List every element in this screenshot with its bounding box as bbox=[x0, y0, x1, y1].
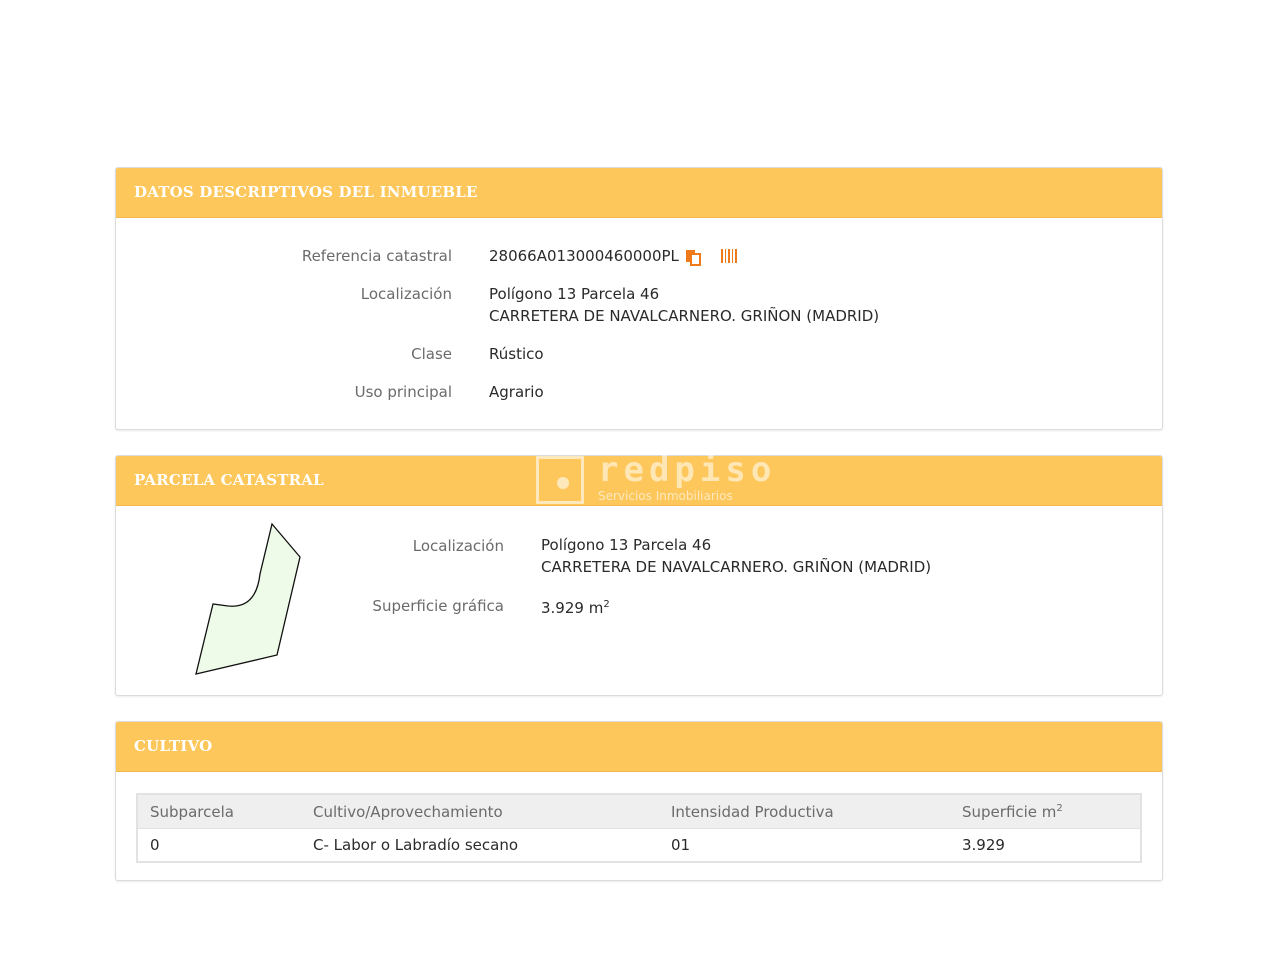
parcela-localizacion-value: Polígono 13 Parcela 46 CARRETERA DE NAVA… bbox=[541, 534, 931, 578]
col-cultivo: Cultivo/Aprovechamiento bbox=[301, 794, 659, 829]
superficie-grafica-value: 3.929 m2 bbox=[541, 594, 610, 619]
uso-principal-label: Uso principal bbox=[354, 383, 452, 401]
parcela-localizacion-line1: Polígono 13 Parcela 46 bbox=[541, 536, 712, 554]
col-superficie-exponent: 2 bbox=[1056, 802, 1063, 814]
barcode-icon[interactable] bbox=[721, 248, 739, 269]
datos-descriptivos-panel: DATOS DESCRIPTIVOS DEL INMUEBLE Referenc… bbox=[115, 167, 1163, 430]
parcela-catastral-header: PARCELA CATASTRAL bbox=[116, 456, 1162, 506]
col-subparcela: Subparcela bbox=[137, 794, 301, 829]
col-superficie: Superficie m2 bbox=[950, 794, 1141, 829]
uso-principal-value: Agrario bbox=[489, 383, 544, 401]
parcela-localizacion-label: Localización bbox=[412, 537, 504, 555]
copy-icon[interactable] bbox=[685, 249, 702, 270]
datos-descriptivos-header: DATOS DESCRIPTIVOS DEL INMUEBLE bbox=[116, 168, 1162, 218]
localizacion-line1: Polígono 13 Parcela 46 bbox=[489, 285, 660, 303]
localizacion-line2: CARRETERA DE NAVALCARNERO. GRIÑON (MADRI… bbox=[489, 307, 880, 325]
col-superficie-text: Superficie m bbox=[962, 802, 1057, 821]
parcela-catastral-panel: PARCELA CATASTRAL Localización Polígono … bbox=[115, 455, 1163, 696]
cell-cultivo: C- Labor o Labradío secano bbox=[301, 828, 659, 862]
cell-superficie: 3.929 bbox=[950, 828, 1141, 862]
col-intensidad: Intensidad Productiva bbox=[659, 794, 950, 829]
localizacion-label: Localización bbox=[360, 285, 452, 303]
parcela-localizacion-line2: CARRETERA DE NAVALCARNERO. GRIÑON (MADRI… bbox=[541, 558, 932, 576]
superficie-grafica-number: 3.929 m bbox=[541, 599, 604, 617]
referencia-catastral-label: Referencia catastral bbox=[301, 247, 452, 265]
parcel-shape[interactable] bbox=[186, 514, 316, 684]
table-header-row: Subparcela Cultivo/Aprovechamiento Inten… bbox=[137, 794, 1141, 829]
cultivo-table: Subparcela Cultivo/Aprovechamiento Inten… bbox=[136, 793, 1142, 863]
table-row: 0 C- Labor o Labradío secano 01 3.929 bbox=[137, 828, 1141, 862]
cell-subparcela: 0 bbox=[137, 828, 301, 862]
clase-value: Rústico bbox=[489, 345, 544, 363]
cultivo-header: CULTIVO bbox=[116, 722, 1162, 772]
cultivo-panel: CULTIVO Subparcela Cultivo/Aprovechamien… bbox=[115, 721, 1163, 881]
superficie-grafica-label: Superficie gráfica bbox=[372, 597, 504, 615]
superficie-grafica-exponent: 2 bbox=[603, 599, 610, 610]
clase-label: Clase bbox=[411, 345, 452, 363]
cell-intensidad: 01 bbox=[659, 828, 950, 862]
referencia-catastral-value: 28066A013000460000PL bbox=[489, 247, 679, 265]
localizacion-value: Polígono 13 Parcela 46 CARRETERA DE NAVA… bbox=[489, 283, 879, 327]
